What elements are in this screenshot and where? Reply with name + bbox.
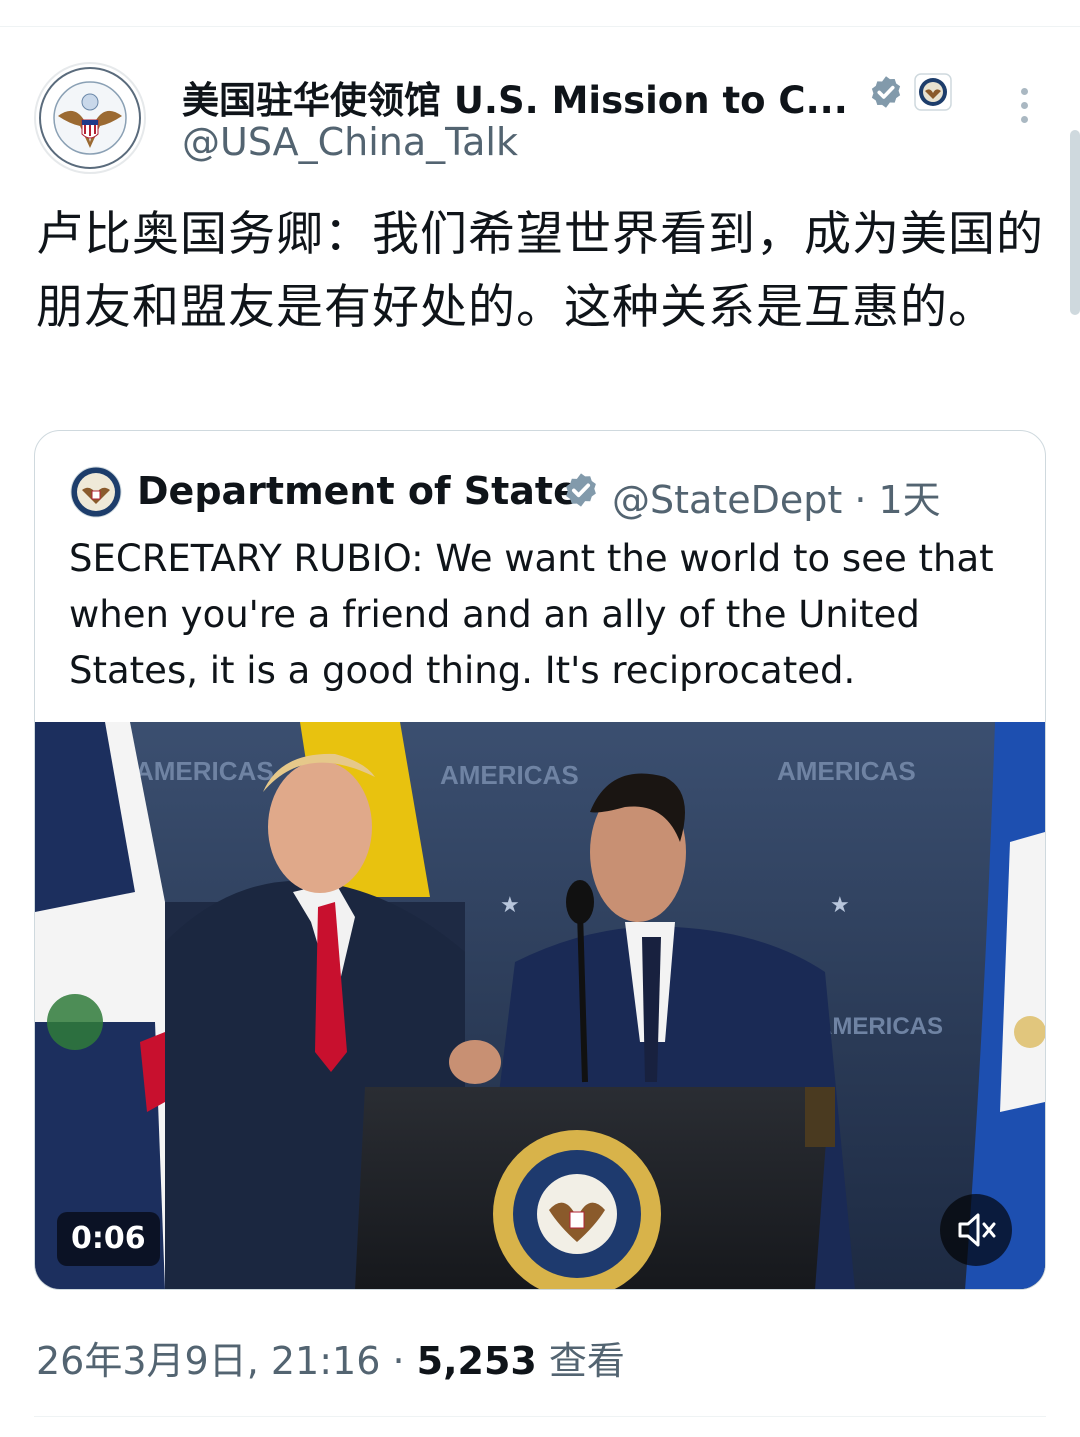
video-frame: AMERICAS AMERICAS AMERICAS AMERICAS ★ ★ (35, 722, 1045, 1289)
video-duration-badge: 0:06 (57, 1212, 160, 1266)
verified-badge-icon (871, 76, 901, 108)
views-count[interactable]: 5,253 (417, 1339, 537, 1383)
backdrop-logo: AMERICAS (777, 756, 916, 786)
government-seal-icon[interactable] (914, 73, 952, 111)
video-player[interactable]: AMERICAS AMERICAS AMERICAS AMERICAS ★ ★ (35, 722, 1045, 1289)
speaker-muted-icon[interactable] (940, 1194, 1012, 1266)
svg-text:★: ★ (830, 893, 850, 918)
quote-author-handle[interactable]: @StateDept · 1天 (612, 469, 941, 524)
bottom-divider (34, 1416, 1046, 1417)
views-label: 查看 (536, 1339, 625, 1383)
tweet-metadata: 26年3月9日, 21:16 · 5,253 查看 (36, 1330, 625, 1385)
timestamp[interactable]: 26年3月9日, 21:16 (36, 1339, 380, 1383)
quote-text: SECRETARY RUBIO: We want the world to se… (69, 537, 994, 692)
state-department-avatar[interactable] (70, 466, 122, 518)
embassy-seal-icon (39, 67, 141, 169)
backdrop-logo: AMERICAS (440, 760, 579, 790)
meta-separator: · (380, 1339, 417, 1383)
author-name[interactable]: 美国驻华使领馆 U.S. Mission to C... (182, 70, 848, 124)
backdrop-logo: AMERICAS (135, 756, 274, 786)
more-vertical-icon[interactable] (1010, 88, 1038, 128)
quote-author-name[interactable]: Department of State (137, 469, 579, 513)
author-avatar[interactable] (34, 62, 146, 174)
backdrop-logo: AMERICAS (815, 1013, 943, 1040)
quote-handle-text: @StateDept (612, 478, 843, 522)
tweet-text: 卢比奥国务卿：我们希望世界看到，成为美国的朋友和盟友是有好处的。这种关系是互惠的… (36, 207, 1044, 335)
svg-text:★: ★ (500, 893, 520, 918)
quote-age: · 1天 (842, 478, 941, 522)
author-handle[interactable]: @USA_China_Talk (182, 120, 518, 164)
verified-badge-icon (566, 473, 596, 507)
quote-tweet-card[interactable]: Department of State @StateDept · 1天 SECR… (34, 430, 1046, 1290)
scrollbar[interactable] (1070, 130, 1080, 315)
top-divider (0, 26, 1080, 27)
